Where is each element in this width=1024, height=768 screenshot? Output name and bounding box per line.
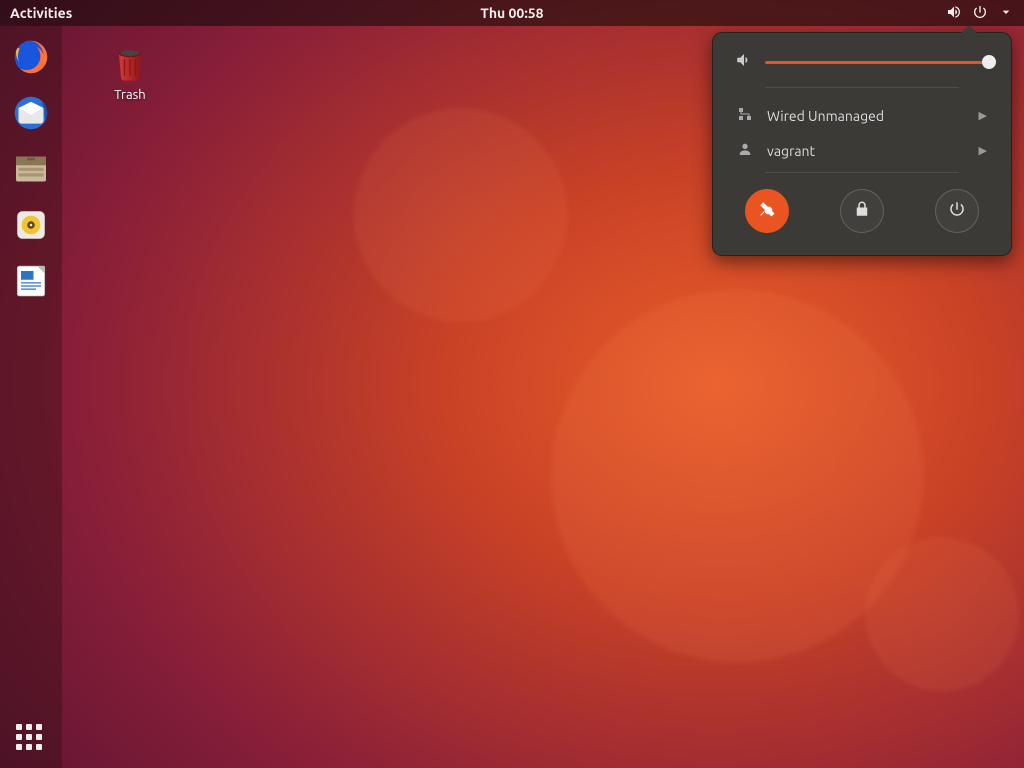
network-wired-icon: [737, 106, 753, 125]
action-buttons-row: [735, 183, 989, 233]
activities-button[interactable]: Activities: [10, 5, 72, 21]
volume-icon: [946, 4, 962, 23]
power-icon: [972, 4, 988, 23]
dock-item-thunderbird[interactable]: [8, 90, 54, 136]
chevron-right-icon: ▶: [979, 144, 987, 157]
volume-row: [735, 51, 989, 73]
chevron-down-icon: [998, 4, 1014, 23]
power-button[interactable]: [935, 189, 979, 233]
clock[interactable]: Thu 00:58: [480, 5, 543, 21]
menu-divider: [765, 172, 959, 173]
dock-item-libreoffice-writer[interactable]: [8, 258, 54, 304]
top-panel: Activities Thu 00:58: [0, 0, 1024, 26]
dock: [0, 26, 62, 768]
lock-icon: [853, 200, 871, 222]
dock-item-rhythmbox[interactable]: [8, 202, 54, 248]
volume-slider[interactable]: [765, 61, 989, 64]
status-area[interactable]: [946, 4, 1014, 23]
settings-icon: [758, 200, 776, 222]
show-applications-button[interactable]: [16, 724, 46, 754]
menu-item-label: Wired Unmanaged: [767, 108, 884, 124]
menu-item-user[interactable]: vagrant ▶: [735, 133, 989, 168]
desktop-icon-label: Trash: [114, 88, 145, 102]
dock-item-files[interactable]: [8, 146, 54, 192]
desktop-icon-trash[interactable]: Trash: [90, 40, 170, 102]
dock-item-firefox[interactable]: [8, 34, 54, 80]
speaker-icon: [735, 51, 753, 73]
chevron-right-icon: ▶: [979, 109, 987, 122]
volume-slider-thumb[interactable]: [982, 55, 996, 69]
power-icon: [948, 200, 966, 222]
lock-button[interactable]: [840, 189, 884, 233]
menu-item-label: vagrant: [767, 143, 815, 159]
system-menu-popover: Wired Unmanaged ▶ vagrant ▶: [712, 32, 1012, 256]
user-icon: [737, 141, 753, 160]
menu-divider: [765, 87, 959, 88]
desktop-icons: Trash: [90, 40, 170, 102]
settings-button[interactable]: [745, 189, 789, 233]
menu-item-network[interactable]: Wired Unmanaged ▶: [735, 98, 989, 133]
